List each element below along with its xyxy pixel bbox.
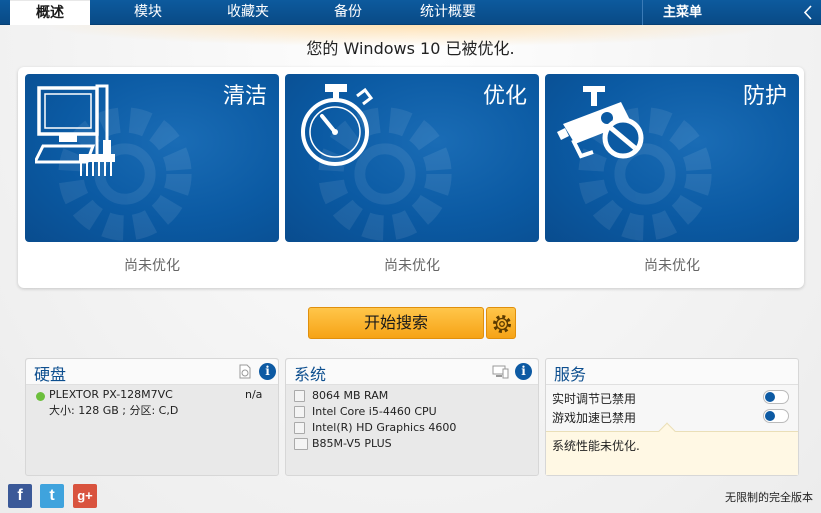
start-scan-button[interactable]: 开始搜索 [308,307,484,339]
tile-clean-title: 清洁 [222,84,267,109]
system-ram: 8064 MB RAM [312,389,389,402]
service-game-toggle[interactable] [763,409,789,423]
blocked-camera-icon [557,86,644,159]
memory-icon [294,390,305,402]
main-menu-label: 主菜单 [663,5,703,20]
system-info-box: 系统 i 8064 MB RAM Intel Core i5-4460 CPU … [285,358,539,476]
service-game-label: 游戏加速已禁用 [552,411,637,425]
service-realtime-label: 实时调节已禁用 [552,392,637,406]
disk-box-header: 硬盘 i [26,359,278,385]
twitter-icon[interactable]: t [40,484,64,508]
main-menu-button[interactable]: 主菜单 [642,0,821,25]
tab-overview[interactable]: 概述 [10,0,90,26]
stopwatch-icon [301,84,374,166]
tab-modules[interactable]: 模块 [108,0,188,25]
disk-details-icon[interactable] [238,364,252,379]
computer-cleaning-icon [35,84,115,176]
chevron-left-icon[interactable] [801,4,815,21]
tab-backup[interactable]: 备份 [308,0,388,25]
system-info-icon[interactable]: i [515,363,532,380]
tab-statistics[interactable]: 统计概要 [406,0,490,25]
performance-note-text: 系统性能未优化. [552,439,640,453]
system-motherboard: B85M-V5 PLUS [312,437,392,450]
disk-info-box: 硬盘 i PLEXTOR PX-128M7VC n/a 大小: 128 GB ;… [25,358,279,476]
system-cpu: Intel Core i5-4460 CPU [312,405,437,418]
disk-info-icon[interactable]: i [259,363,276,380]
tile-optimize-status: 尚未优化 [384,258,440,274]
facebook-icon[interactable]: f [8,484,32,508]
edition-label: 无限制的完全版本 [725,491,813,504]
tile-clean[interactable]: 清洁 [25,74,279,242]
tile-optimize-title: 优化 [482,84,527,109]
optimization-headline: 您的 Windows 10 已被优化. [306,39,515,58]
note-pointer [658,422,676,440]
google-plus-icon[interactable]: g+ [73,484,97,508]
disk-box-title: 硬盘 [34,365,67,384]
gear-icon [493,315,511,333]
services-info-box: 服务 实时调节已禁用 游戏加速已禁用 系统性能未优化. [545,358,799,476]
drive-detail: 大小: 128 GB ; 分区: C,D [49,404,179,417]
service-realtime-toggle[interactable] [763,390,789,404]
system-box-header: 系统 i [286,359,538,385]
tile-optimize[interactable]: 优化 [285,74,539,242]
system-box-title: 系统 [294,365,327,384]
services-box-header: 服务 [546,359,798,385]
tile-protect-status: 尚未优化 [644,258,700,274]
tile-clean-status: 尚未优化 [124,258,180,274]
overview-content: 您的 Windows 10 已被优化. 清洁 尚未优化 优化 尚未优化 防护 尚… [0,25,821,513]
drive-health-value: n/a [245,388,263,401]
top-navigation: 概述 模块 收藏夹 备份 统计概要 主菜单 [0,0,821,26]
system-details-icon[interactable] [492,364,510,379]
motherboard-icon [294,438,308,450]
cpu-icon [294,406,305,418]
tile-protect[interactable]: 防护 [545,74,799,242]
drive-name: PLEXTOR PX-128M7VC [49,388,173,401]
drive-status-dot [36,392,45,401]
tab-favorites[interactable]: 收藏夹 [208,0,288,25]
performance-note: 系统性能未优化. [546,422,798,475]
services-box-title: 服务 [554,365,587,384]
scan-settings-button[interactable] [486,307,516,339]
tile-protect-title: 防护 [742,84,787,109]
gpu-icon [294,422,305,434]
system-gpu: Intel(R) HD Graphics 4600 [312,421,457,434]
